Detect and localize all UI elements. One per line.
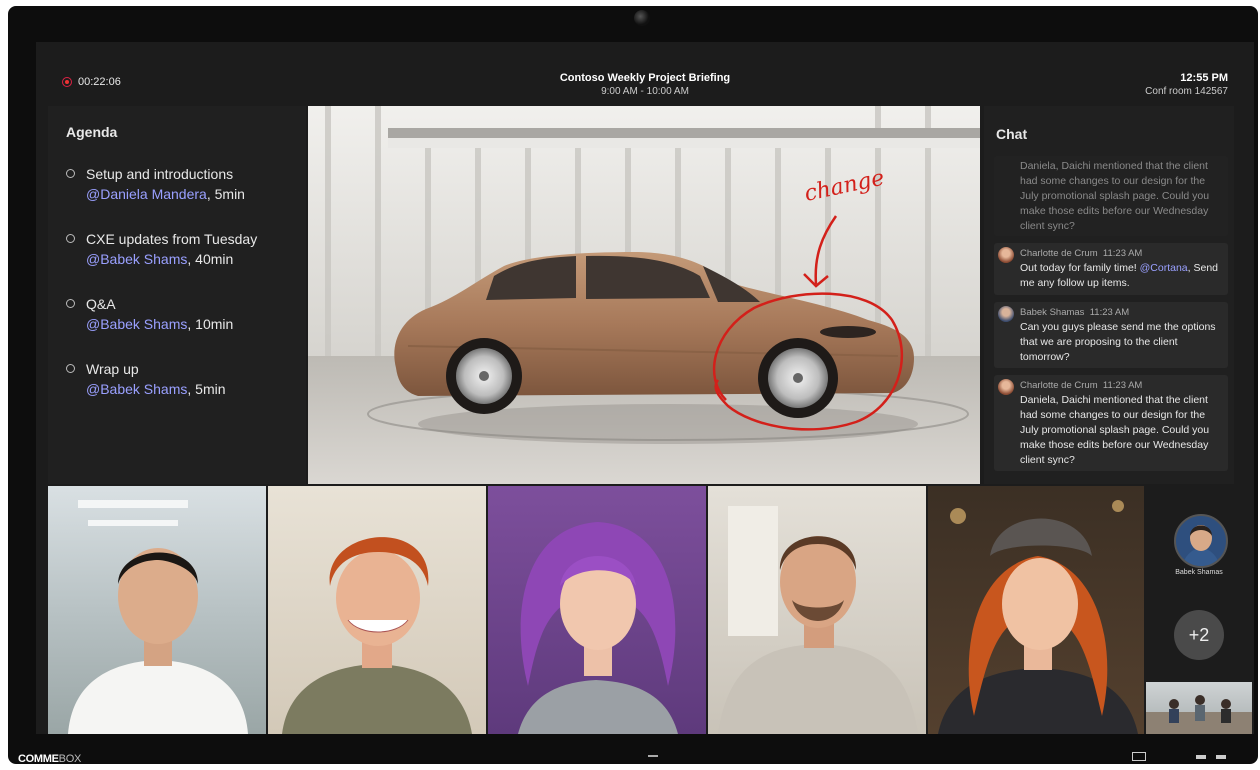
participant-video-tile[interactable] [48, 486, 266, 734]
input-source-icon[interactable] [1132, 752, 1146, 761]
display-bezel: 00:22:06 Contoso Weekly Project Briefing… [8, 6, 1258, 765]
agenda-item[interactable]: Wrap up @Babek Shams, 5min [66, 359, 226, 399]
meeting-title: Contoso Weekly Project Briefing [559, 72, 731, 84]
chat-author: Babek Shamas [1020, 307, 1085, 318]
chat-message-text: Daniela, Daichi mentioned that the clien… [1020, 160, 1210, 232]
agenda-item-owner[interactable]: @Daniela Mandera [86, 186, 207, 202]
participant-video [518, 522, 678, 734]
chat-time: 11:23 AM [1102, 380, 1143, 391]
agenda-item-owner[interactable]: @Babek Shams [86, 316, 187, 332]
participant-name: Babek Shamas [1175, 569, 1223, 576]
chat-message[interactable]: Charlotte de Crum 11:23 AM Daniela, Daic… [994, 375, 1228, 471]
brand-logo: COMMEBOX [18, 753, 81, 765]
chat-message[interactable]: Charlotte de Crum 11:23 AM Out today for… [994, 243, 1228, 295]
current-time: 12:55 PM [1180, 72, 1228, 84]
shared-content-stage[interactable]: change [308, 106, 980, 484]
chat-message-text: Daniela, Daichi mentioned that the clien… [1020, 394, 1210, 466]
agenda-item-duration: , 5min [206, 186, 245, 202]
chat-time: 11:23 AM [1102, 248, 1143, 259]
agenda-item-title: CXE updates from Tuesday [86, 231, 258, 247]
agenda-item[interactable]: CXE updates from Tuesday @Babek Shams, 4… [66, 229, 257, 269]
agenda-item-title: Q&A [86, 296, 116, 312]
avatar [998, 247, 1014, 263]
participant-avatar-image [1182, 525, 1220, 566]
chat-panel: Chat Daniela, Daichi mentioned that the … [984, 106, 1234, 484]
participant-video [282, 537, 472, 734]
avatar[interactable] [1174, 514, 1228, 568]
agenda-checkbox-icon[interactable] [66, 299, 75, 308]
agenda-checkbox-icon[interactable] [66, 364, 75, 373]
car-showroom-image: change [308, 106, 980, 484]
participant-video-tile[interactable] [928, 486, 1146, 734]
agenda-item-duration: , 10min [187, 316, 234, 332]
chat-message[interactable]: Daniela, Daichi mentioned that the clien… [994, 156, 1228, 236]
chat-author: Charlotte de Crum [1020, 248, 1098, 259]
teams-room-screen: 00:22:06 Contoso Weekly Project Briefing… [36, 42, 1254, 734]
agenda-heading: Agenda [66, 124, 118, 140]
menu-icon[interactable] [648, 755, 658, 763]
agenda-item-title: Setup and introductions [86, 166, 234, 182]
roster-side-column: Babek Shamas +2 [1144, 486, 1254, 734]
chat-mention[interactable]: @Cortana [1140, 262, 1188, 274]
volume-down-icon[interactable] [1196, 755, 1206, 759]
agenda-panel: Agenda Setup and introductions @Daniela … [48, 106, 306, 484]
participant-video [718, 506, 918, 734]
avatar [998, 306, 1014, 322]
chat-message-text: Can you guys please send me the options … [1020, 321, 1216, 363]
more-participants-button[interactable]: +2 [1174, 610, 1224, 660]
agenda-item-duration: , 5min [187, 381, 226, 397]
agenda-item-owner[interactable]: @Babek Shams [86, 381, 187, 397]
chat-time: 11:23 AM [1089, 307, 1130, 318]
clock-area: 12:55 PM Conf room 142567 [1145, 72, 1228, 97]
agenda-item-duration: , 40min [187, 251, 234, 267]
chat-message[interactable]: Babek Shamas 11:23 AM Can you guys pleas… [994, 302, 1228, 368]
participant-video-tile[interactable] [488, 486, 706, 734]
avatar [998, 379, 1014, 395]
brand-logo-bold: COMME [18, 753, 59, 765]
participant-video-tile[interactable] [708, 486, 926, 734]
agenda-checkbox-icon[interactable] [66, 169, 75, 178]
chat-message-text: Out today for family time! [1020, 262, 1140, 274]
chat-author: Charlotte de Crum [1020, 380, 1098, 391]
meeting-time: 9:00 AM - 10:00 AM [601, 86, 689, 97]
meeting-header: Contoso Weekly Project Briefing 9:00 AM … [36, 72, 1254, 97]
room-preview-video[interactable] [1146, 682, 1252, 734]
participant-video [68, 500, 248, 734]
participant-video-tile[interactable] [268, 486, 486, 734]
room-name: Conf room 142567 [1145, 86, 1228, 97]
participant-video [938, 500, 1138, 734]
agenda-checkbox-icon[interactable] [66, 234, 75, 243]
agenda-item[interactable]: Setup and introductions @Daniela Mandera… [66, 164, 245, 204]
chat-heading: Chat [996, 126, 1028, 142]
camera-icon [634, 10, 650, 26]
agenda-item[interactable]: Q&A @Babek Shams, 10min [66, 294, 233, 334]
agenda-item-title: Wrap up [86, 361, 139, 377]
brand-logo-light: BOX [58, 753, 82, 765]
room-preview-image [1146, 695, 1252, 734]
volume-up-icon[interactable] [1216, 755, 1226, 759]
agenda-item-owner[interactable]: @Babek Shams [86, 251, 187, 267]
